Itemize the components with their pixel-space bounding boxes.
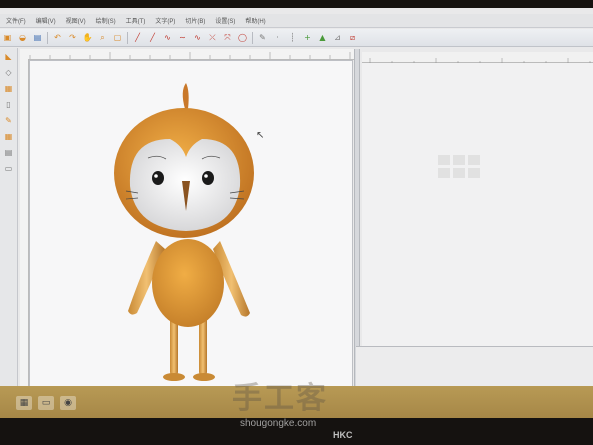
toolbar-separator	[252, 31, 253, 44]
print-icon[interactable]: ▭	[4, 164, 14, 174]
mouse-cursor: ↖	[256, 130, 265, 141]
start-icon[interactable]: ▦	[16, 396, 32, 410]
menu-draw[interactable]: 绘制(S)	[96, 16, 116, 25]
plus-icon[interactable]: +	[302, 32, 313, 43]
toolbar-separator	[127, 31, 128, 44]
line-icon[interactable]: ╱	[147, 32, 158, 43]
app-icon[interactable]: ◉	[60, 396, 76, 410]
select-icon[interactable]: ▢	[112, 32, 123, 43]
layer-icon[interactable]: ▦	[4, 132, 14, 142]
node-icon[interactable]: ⤫	[207, 32, 218, 43]
monitor-screen: 文件(F) 编辑(V) 视图(V) 绘制(S) 工具(T) 文字(P) 切片(B…	[0, 8, 593, 420]
pointer-icon[interactable]: ◣	[4, 52, 14, 62]
menu-help[interactable]: 帮助(H)	[245, 16, 265, 25]
redo-icon[interactable]: ↷	[67, 32, 78, 43]
new-icon[interactable]: ▣	[2, 32, 13, 43]
drawing-canvas[interactable]	[29, 60, 353, 400]
watermark-main: 手工客	[232, 381, 328, 416]
owl-body	[152, 239, 224, 327]
menu-file[interactable]: 文件(F)	[6, 16, 26, 25]
toolbar-separator	[47, 31, 48, 44]
menu-view[interactable]: 视图(V)	[66, 16, 86, 25]
wave-icon[interactable]: ∼	[177, 32, 188, 43]
line-icon[interactable]: ╱	[132, 32, 143, 43]
left-toolbox: ◣ ◇ ▦ ▯ ✎ ▦ ▤ ▭	[0, 48, 18, 400]
menu-bar: 文件(F) 编辑(V) 视图(V) 绘制(S) 工具(T) 文字(P) 切片(B…	[0, 14, 593, 28]
monitor-brand: HKC	[333, 430, 353, 440]
window-reflection	[438, 155, 480, 178]
menu-tools[interactable]: 工具(T)	[126, 16, 146, 25]
undo-icon[interactable]: ↶	[52, 32, 63, 43]
scale-icon[interactable]: ⊿	[332, 32, 343, 43]
pencil-icon[interactable]: ✎	[4, 116, 14, 126]
menu-text[interactable]: 文字(P)	[155, 16, 175, 25]
layer-icon[interactable]: ▦	[4, 84, 14, 94]
preview-ruler	[362, 52, 593, 65]
ruler-vertical	[20, 59, 29, 399]
owl-tuft	[182, 83, 189, 109]
ruler-ticks	[29, 52, 351, 59]
circle-icon[interactable]: ◯	[237, 32, 248, 43]
owl-head	[114, 108, 254, 238]
fill-icon[interactable]: ▲	[317, 32, 328, 43]
node-icon[interactable]: ◇	[4, 68, 14, 78]
slice-icon[interactable]: ▤	[4, 148, 14, 158]
curve-icon[interactable]: ∿	[192, 32, 203, 43]
folder-icon[interactable]: ▭	[38, 396, 54, 410]
menu-settings[interactable]: 设置(S)	[215, 16, 235, 25]
toolbar: ▣ ◒ ▤ ↶ ↷ ✋ ⌕ ▢ ╱ ╱ ∿ ∼ ∿ ⤫ ⤧ ◯ ✎ · ┊ + …	[0, 29, 593, 47]
eraser-icon[interactable]: ⧄	[347, 32, 358, 43]
curve-icon[interactable]: ∿	[162, 32, 173, 43]
watermark-url: shougongke.com	[240, 418, 317, 429]
menu-slice[interactable]: 切片(B)	[185, 16, 205, 25]
node-icon[interactable]: ⤧	[222, 32, 233, 43]
dot-icon[interactable]: ·	[272, 32, 283, 43]
ruler-horizontal	[20, 49, 355, 60]
open-icon[interactable]: ◒	[17, 32, 28, 43]
text-icon[interactable]: ▯	[4, 100, 14, 110]
pen-icon[interactable]: ✎	[257, 32, 268, 43]
pan-icon[interactable]: ✋	[82, 32, 93, 43]
zoom-icon[interactable]: ⌕	[97, 32, 108, 43]
owl-character	[114, 83, 254, 381]
preview-panel[interactable]	[362, 63, 593, 346]
menu-edit[interactable]: 编辑(V)	[36, 16, 56, 25]
save-icon[interactable]: ▤	[32, 32, 43, 43]
split-icon[interactable]: ┊	[287, 32, 298, 43]
